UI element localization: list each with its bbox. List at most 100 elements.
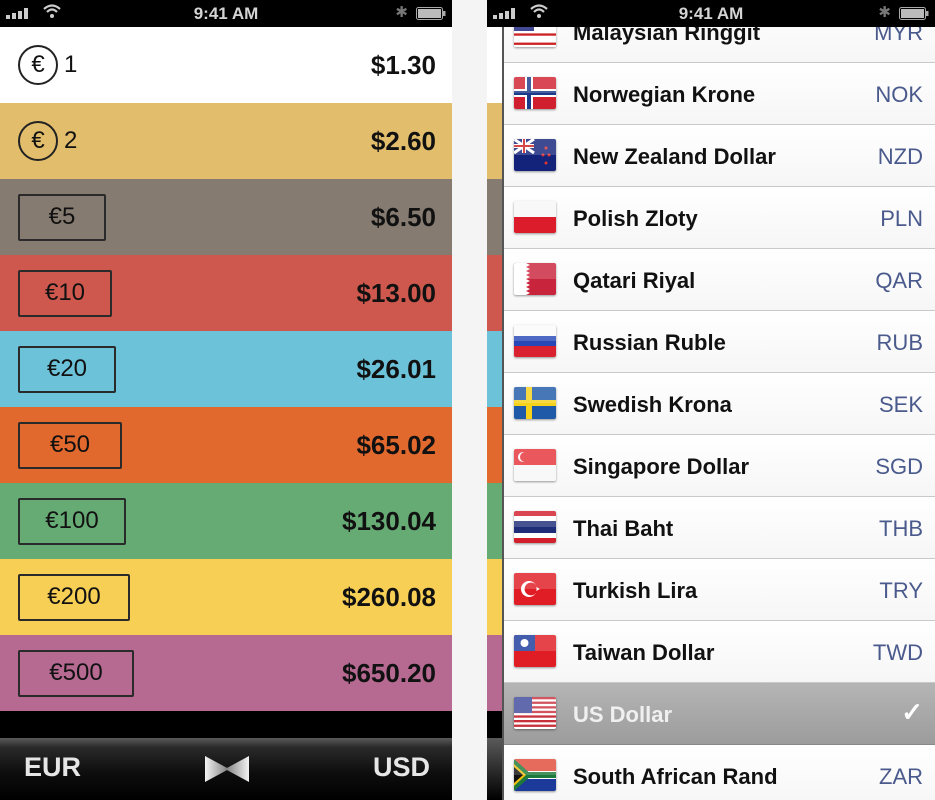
currency-row[interactable]: Polish Zloty PLN <box>504 187 935 249</box>
flag-us-icon <box>514 697 556 729</box>
flag-pl-icon <box>514 201 556 233</box>
currency-row[interactable]: Turkish Lira TRY <box>504 559 935 621</box>
currency-code: TRY <box>879 578 923 603</box>
currency-code: ZAR <box>879 764 923 789</box>
strip-segment <box>487 559 502 635</box>
strip-segment <box>487 179 502 255</box>
banknote-icon: €50 <box>18 421 122 469</box>
denomination-row[interactable]: €500 $650.20 <box>0 635 452 711</box>
status-bar: 9:41 AM ✱ <box>0 0 452 27</box>
flag-tr-icon <box>514 573 556 605</box>
currency-code: SEK <box>878 392 923 417</box>
currency-name: South African Rand <box>573 764 778 789</box>
converted-value: $1.30 <box>370 49 436 80</box>
flag-tw-icon <box>514 635 556 667</box>
converter-screen: 9:41 AM ✱ €1 $1.30 €2 $2.60 €5 $6.50 €10 $13.00… <box>0 0 452 800</box>
currency-row[interactable]: New Zealand Dollar NZD <box>504 125 935 187</box>
currency-code: QAR <box>875 268 923 293</box>
battery-icon <box>416 7 446 20</box>
denomination-label: €10 <box>16 269 112 317</box>
currency-row[interactable]: Norwegian Krone NOK <box>504 63 935 125</box>
list-footer-spacer <box>0 711 452 738</box>
currency-toolbar: EUR USD <box>0 738 452 800</box>
strip-segment <box>487 711 502 738</box>
currency-row[interactable]: Thai Baht THB <box>504 497 935 559</box>
bluetooth-icon: ✱ <box>395 4 408 21</box>
currency-code: PLN <box>880 206 923 231</box>
denomination-row[interactable]: €10 $13.00 <box>0 255 452 331</box>
currency-picker[interactable]: Malaysian Ringgit MYR Norwegian Krone NOK Ne… <box>502 1 935 800</box>
converted-value: $26.01 <box>356 353 436 384</box>
currency-code: SGD <box>875 454 923 479</box>
currency-name: Singapore Dollar <box>573 454 750 479</box>
denomination-label: €2 <box>16 121 77 161</box>
currency-row[interactable]: Singapore Dollar SGD <box>504 435 935 497</box>
checkmark-icon: ✓ <box>901 697 923 727</box>
currency-row[interactable]: Russian Ruble RUB <box>504 311 935 373</box>
bluetooth-icon: ✱ <box>878 4 891 21</box>
currency-code: RUB <box>876 330 923 355</box>
denomination-label: €1 <box>16 45 77 85</box>
denomination-label: €50 <box>16 421 122 469</box>
currency-name: New Zealand Dollar <box>573 144 776 169</box>
strip-segment <box>487 738 502 800</box>
banknote-icon: €500 <box>18 649 134 697</box>
converted-value: $65.02 <box>356 429 436 460</box>
flag-sg-icon <box>514 449 556 481</box>
currency-name: Russian Ruble <box>573 330 726 355</box>
euro-coin-icon: € <box>18 121 58 161</box>
underlying-denomination-strip <box>487 27 502 800</box>
currency-row[interactable]: Swedish Krona SEK <box>504 373 935 435</box>
denomination-row[interactable]: €200 $260.08 <box>0 559 452 635</box>
converted-value: $13.00 <box>356 277 436 308</box>
coin-denomination: 2 <box>64 127 78 154</box>
from-currency-button[interactable]: EUR <box>24 752 81 783</box>
flag-qa-icon <box>514 263 556 295</box>
status-time: 9:41 AM <box>678 4 744 23</box>
status-time: 9:41 AM <box>193 4 259 23</box>
converted-value: $650.20 <box>342 657 436 688</box>
strip-segment <box>487 635 502 711</box>
denomination-label: €5 <box>16 193 106 241</box>
currency-code: TWD <box>872 640 923 665</box>
bowtie-swap-icon[interactable] <box>203 755 251 783</box>
denomination-row[interactable]: €2 $2.60 <box>0 103 452 179</box>
flag-se-icon <box>514 387 556 419</box>
denomination-row[interactable]: €50 $65.02 <box>0 407 452 483</box>
currency-row[interactable]: Qatari Riyal QAR <box>504 249 935 311</box>
strip-segment <box>487 483 502 559</box>
denomination-list: €1 $1.30 €2 $2.60 €5 $6.50 €10 $13.00 €20 $26.01 €… <box>0 27 452 711</box>
currency-name: Taiwan Dollar <box>573 640 715 665</box>
currency-row[interactable]: Taiwan Dollar TWD <box>504 621 935 683</box>
denomination-row[interactable]: €20 $26.01 <box>0 331 452 407</box>
banknote-icon: €200 <box>18 573 130 621</box>
currency-name: Qatari Riyal <box>573 268 696 293</box>
coin-denomination: 1 <box>64 51 78 78</box>
denomination-row[interactable]: €100 $130.04 <box>0 483 452 559</box>
converted-value: $130.04 <box>342 505 436 536</box>
currency-code: NZD <box>877 144 923 169</box>
currency-name: Polish Zloty <box>573 206 698 231</box>
flag-ru-icon <box>514 325 556 357</box>
currency-name: Swedish Krona <box>573 392 732 417</box>
flag-nz-icon <box>514 139 556 171</box>
strip-segment <box>487 331 502 407</box>
denomination-label: €200 <box>16 573 130 621</box>
currency-picker-screen: 9:41 AM ✱ Malaysian Ringgit MYR Norwegian … <box>487 0 935 800</box>
currency-row[interactable]: South African Rand ZAR <box>504 745 935 800</box>
denomination-label: €500 <box>16 649 134 697</box>
currency-list: Malaysian Ringgit MYR Norwegian Krone NOK Ne… <box>504 1 935 800</box>
strip-segment <box>487 255 502 331</box>
denomination-row[interactable]: €5 $6.50 <box>0 179 452 255</box>
denomination-label: €100 <box>16 497 126 545</box>
denomination-row[interactable]: €1 $1.30 <box>0 27 452 103</box>
currency-name: Norwegian Krone <box>573 82 756 107</box>
converted-value: $6.50 <box>370 201 436 232</box>
currency-row-selected[interactable]: US Dollar ✓ <box>504 683 935 745</box>
converted-value: $260.08 <box>342 581 436 612</box>
strip-segment <box>487 27 502 103</box>
banknote-icon: €20 <box>18 345 116 393</box>
currency-code: NOK <box>875 82 923 107</box>
flag-za-icon <box>514 759 556 791</box>
to-currency-button[interactable]: USD <box>373 752 430 783</box>
